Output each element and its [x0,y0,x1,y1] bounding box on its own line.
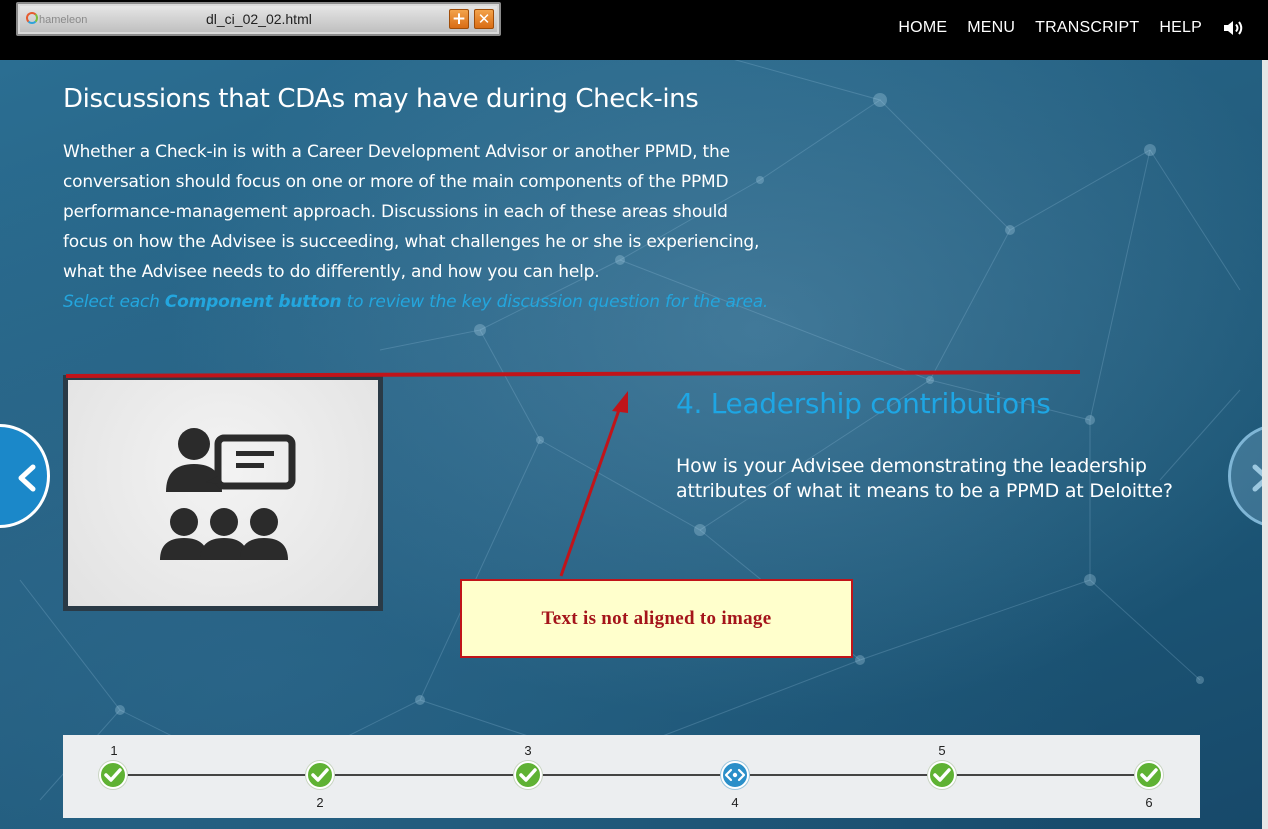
nav-transcript[interactable]: TRANSCRIPT [1035,19,1139,37]
component-image [68,380,378,606]
chameleon-logo-icon [26,12,38,24]
step-4-button[interactable] [721,761,749,789]
component-heading: 4. Leadership contributions [676,387,1051,420]
step-label-4: 4 [731,795,739,810]
nav-help[interactable]: HELP [1159,19,1202,37]
page-title: Discussions that CDAs may have during Ch… [63,84,699,114]
chameleon-logo: hameleon [26,10,87,30]
progress-track [113,774,1149,776]
main-nav: HOME MENU TRANSCRIPT HELP [898,18,1246,38]
step-label-2: 2 [316,795,324,810]
speaker-icon[interactable] [1222,18,1246,38]
logo-text: hameleon [39,14,88,26]
current-step-icon [724,768,746,782]
instruction-bold: Component button [164,292,342,312]
step-5-button[interactable] [928,761,956,789]
nav-home[interactable]: HOME [898,19,947,37]
checkmark-icon [933,768,951,782]
checkmark-icon [104,768,122,782]
nav-menu[interactable]: MENU [967,19,1015,37]
chevron-right-icon [1252,464,1262,492]
checkmark-icon [311,768,329,782]
step-label-6: 6 [1145,795,1153,810]
step-3-button[interactable] [514,761,542,789]
component-image-frame [63,375,383,611]
file-title: dl_ci_02_02.html [206,11,312,27]
component-progress-bar: 1 2 3 4 5 6 [63,735,1200,818]
presenter-audience-icon [160,428,296,560]
step-6-button[interactable] [1135,761,1163,789]
annotation-text: Text is not aligned to image [541,607,772,629]
step-label-1: 1 [110,743,118,758]
intro-text: Whether a Check-in is with a Career Deve… [63,142,760,282]
step-1-button[interactable] [99,761,127,789]
content-stage: Discussions that CDAs may have during Ch… [0,60,1262,829]
annotation-callout: Text is not aligned to image [460,579,853,658]
scrollbar[interactable] [1262,60,1268,829]
step-label-5: 5 [938,743,946,758]
instruction-post: to review the key discussion question fo… [341,292,769,312]
component-question: How is your Advisee demonstrating the le… [676,455,1173,502]
checkmark-icon [519,768,537,782]
step-label-3: 3 [524,743,532,758]
expand-button[interactable]: + [449,9,469,29]
step-2-button[interactable] [306,761,334,789]
checkmark-icon [1140,768,1158,782]
instruction-text: Select each Component button to review t… [63,287,783,317]
top-bar: hameleon dl_ci_02_02.html + ✕ HOME MENU … [0,0,1268,60]
chevron-left-icon [18,464,36,492]
player-title-bar: hameleon dl_ci_02_02.html + ✕ [16,2,501,36]
close-button[interactable]: ✕ [474,9,494,29]
instruction-pre: Select each [63,292,165,312]
